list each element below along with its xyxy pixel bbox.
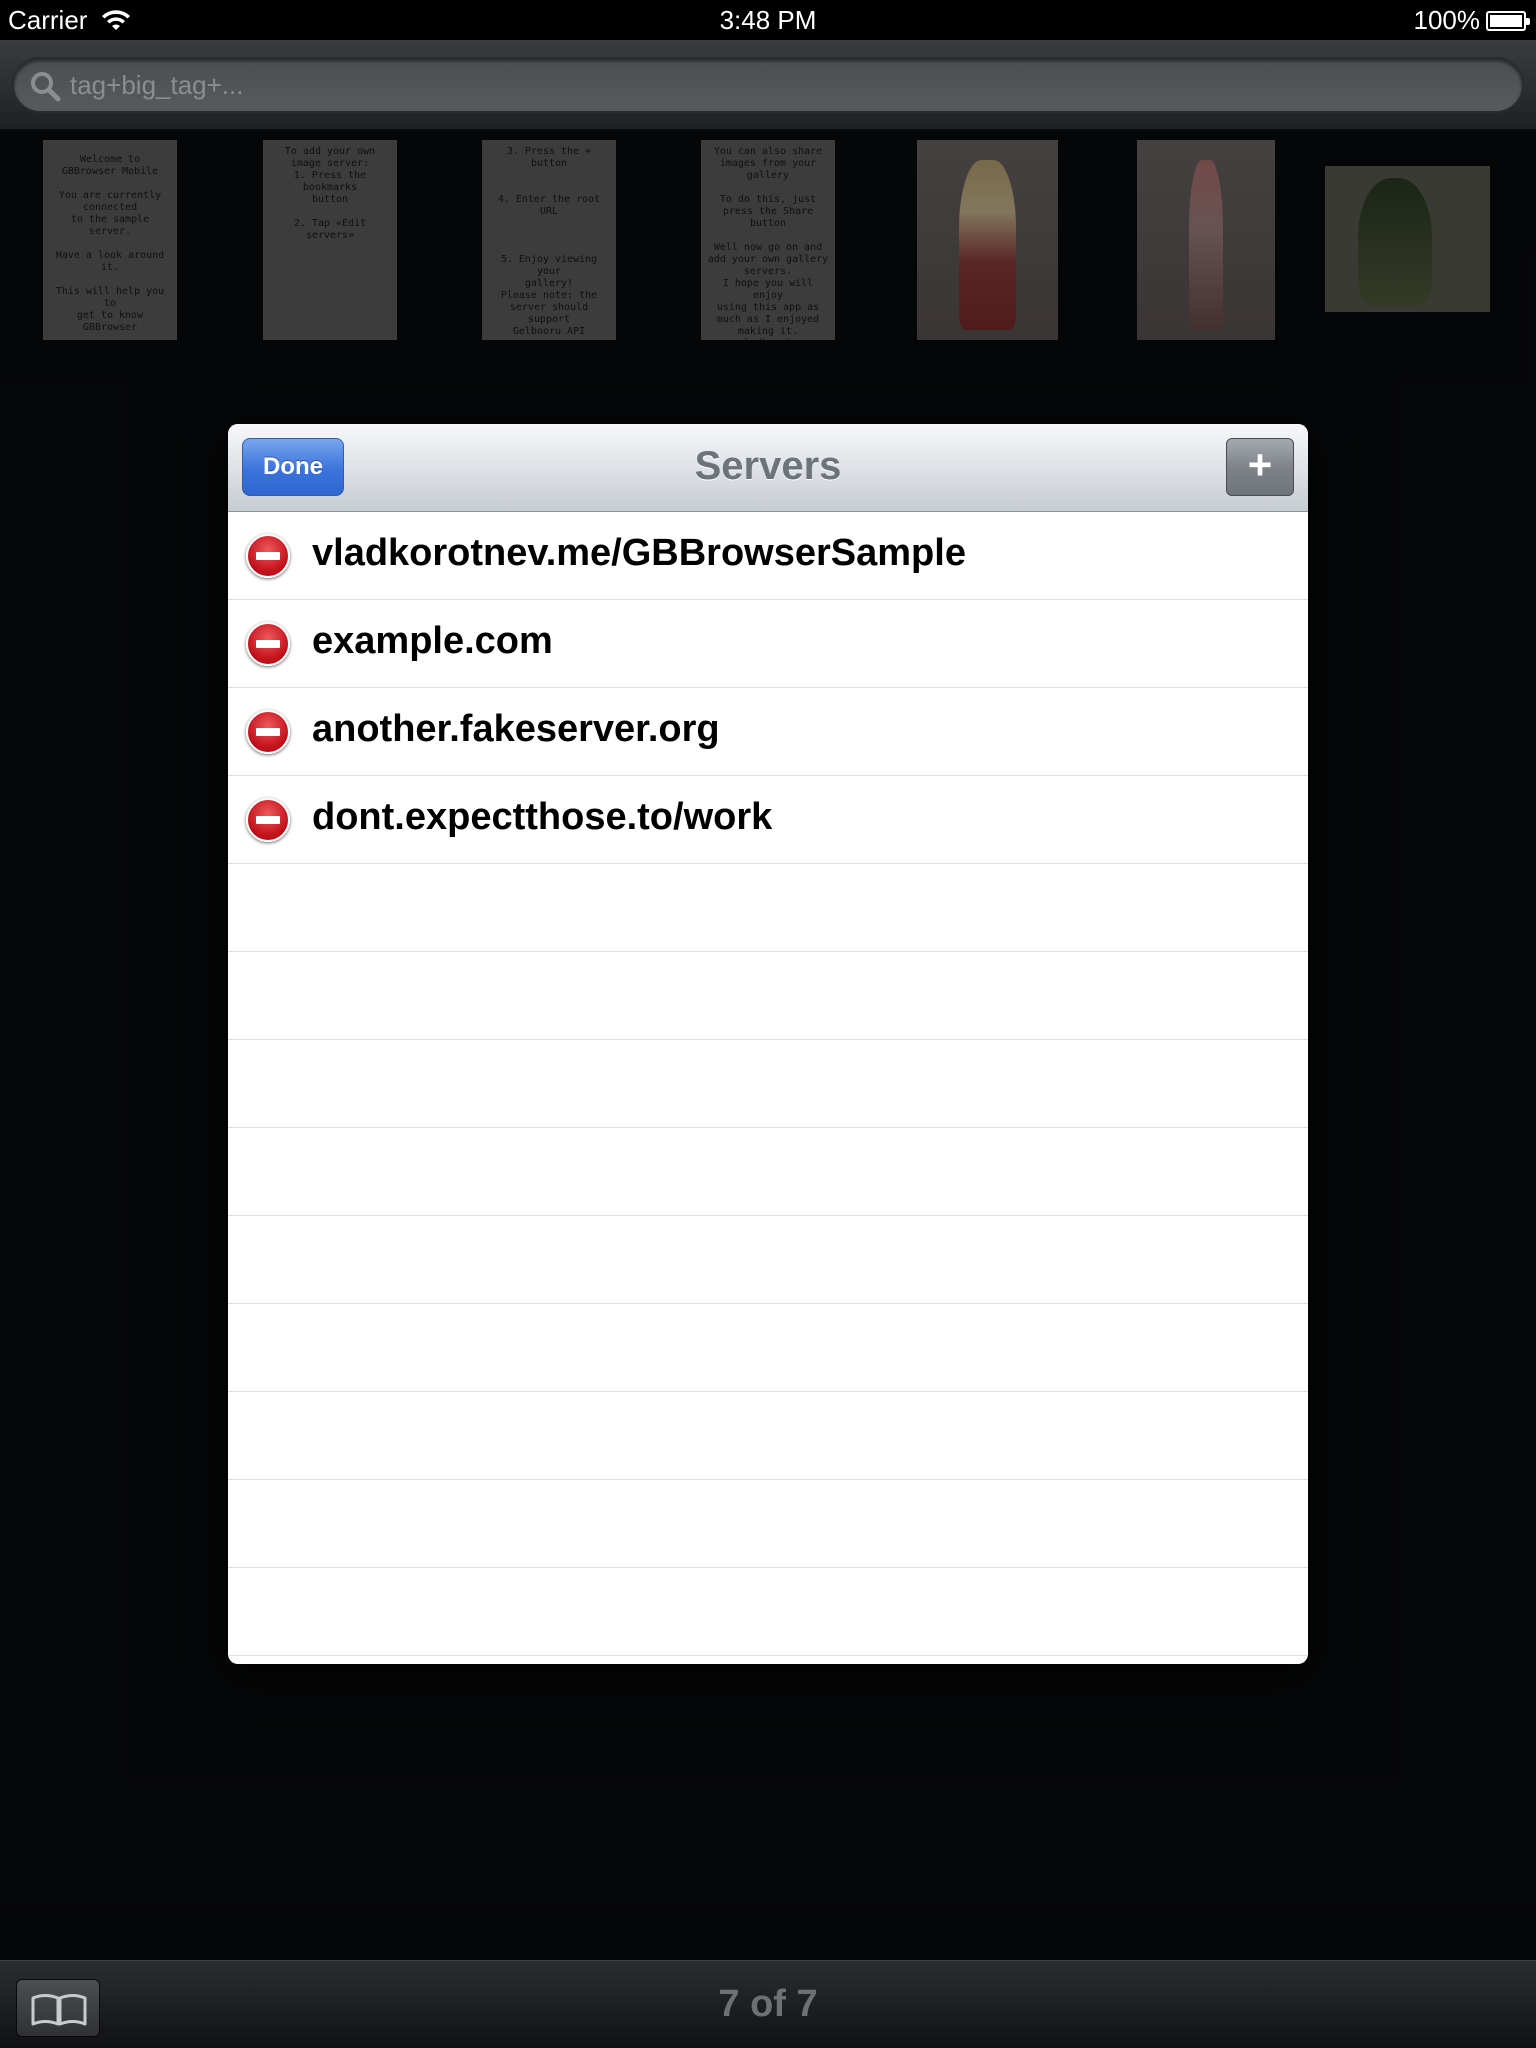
status-bar: Carrier 3:48 PM 100% — [0, 0, 1536, 40]
bottom-toolbar: 7 of 7 — [0, 1960, 1536, 2048]
servers-list: vladkorotnev.me/GBBrowserSample example.… — [228, 512, 1308, 1656]
server-row[interactable]: vladkorotnev.me/GBBrowserSample — [228, 512, 1308, 600]
empty-row — [228, 1480, 1308, 1568]
server-row[interactable]: example.com — [228, 600, 1308, 688]
battery-group: 100% — [1413, 5, 1530, 36]
server-name: dont.expectthose.to/work — [312, 796, 773, 838]
popover-title: Servers — [694, 444, 842, 488]
search-icon — [31, 72, 61, 102]
delete-icon[interactable] — [246, 622, 290, 666]
empty-row — [228, 1216, 1308, 1304]
battery-fill — [1490, 14, 1522, 27]
clock: 3:48 PM — [719, 5, 817, 35]
search-bar — [0, 40, 1536, 130]
delete-icon[interactable] — [246, 798, 290, 842]
search-input[interactable] — [70, 59, 1470, 111]
empty-row — [228, 1392, 1308, 1480]
server-row[interactable]: another.fakeserver.org — [228, 688, 1308, 776]
battery-percent: 100% — [1413, 5, 1481, 35]
empty-row — [228, 1568, 1308, 1656]
empty-row — [228, 1040, 1308, 1128]
server-name: vladkorotnev.me/GBBrowserSample — [312, 532, 966, 574]
server-name: example.com — [312, 620, 553, 662]
add-server-button[interactable]: + — [1226, 438, 1294, 496]
delete-icon[interactable] — [246, 710, 290, 754]
empty-row — [228, 864, 1308, 952]
delete-icon[interactable] — [246, 534, 290, 578]
battery-icon — [1486, 10, 1530, 31]
page-counter: 7 of 7 — [718, 1983, 818, 2025]
empty-row — [228, 952, 1308, 1040]
server-row[interactable]: dont.expectthose.to/work — [228, 776, 1308, 864]
empty-row — [228, 1304, 1308, 1392]
popover-navbar: Done Servers + — [228, 424, 1308, 512]
server-name: another.fakeserver.org — [312, 708, 720, 750]
search-field[interactable] — [12, 57, 1524, 113]
empty-row — [228, 1128, 1308, 1216]
servers-popover: Done Servers + vladkorotnev.me/GBBrowser… — [228, 424, 1308, 1664]
